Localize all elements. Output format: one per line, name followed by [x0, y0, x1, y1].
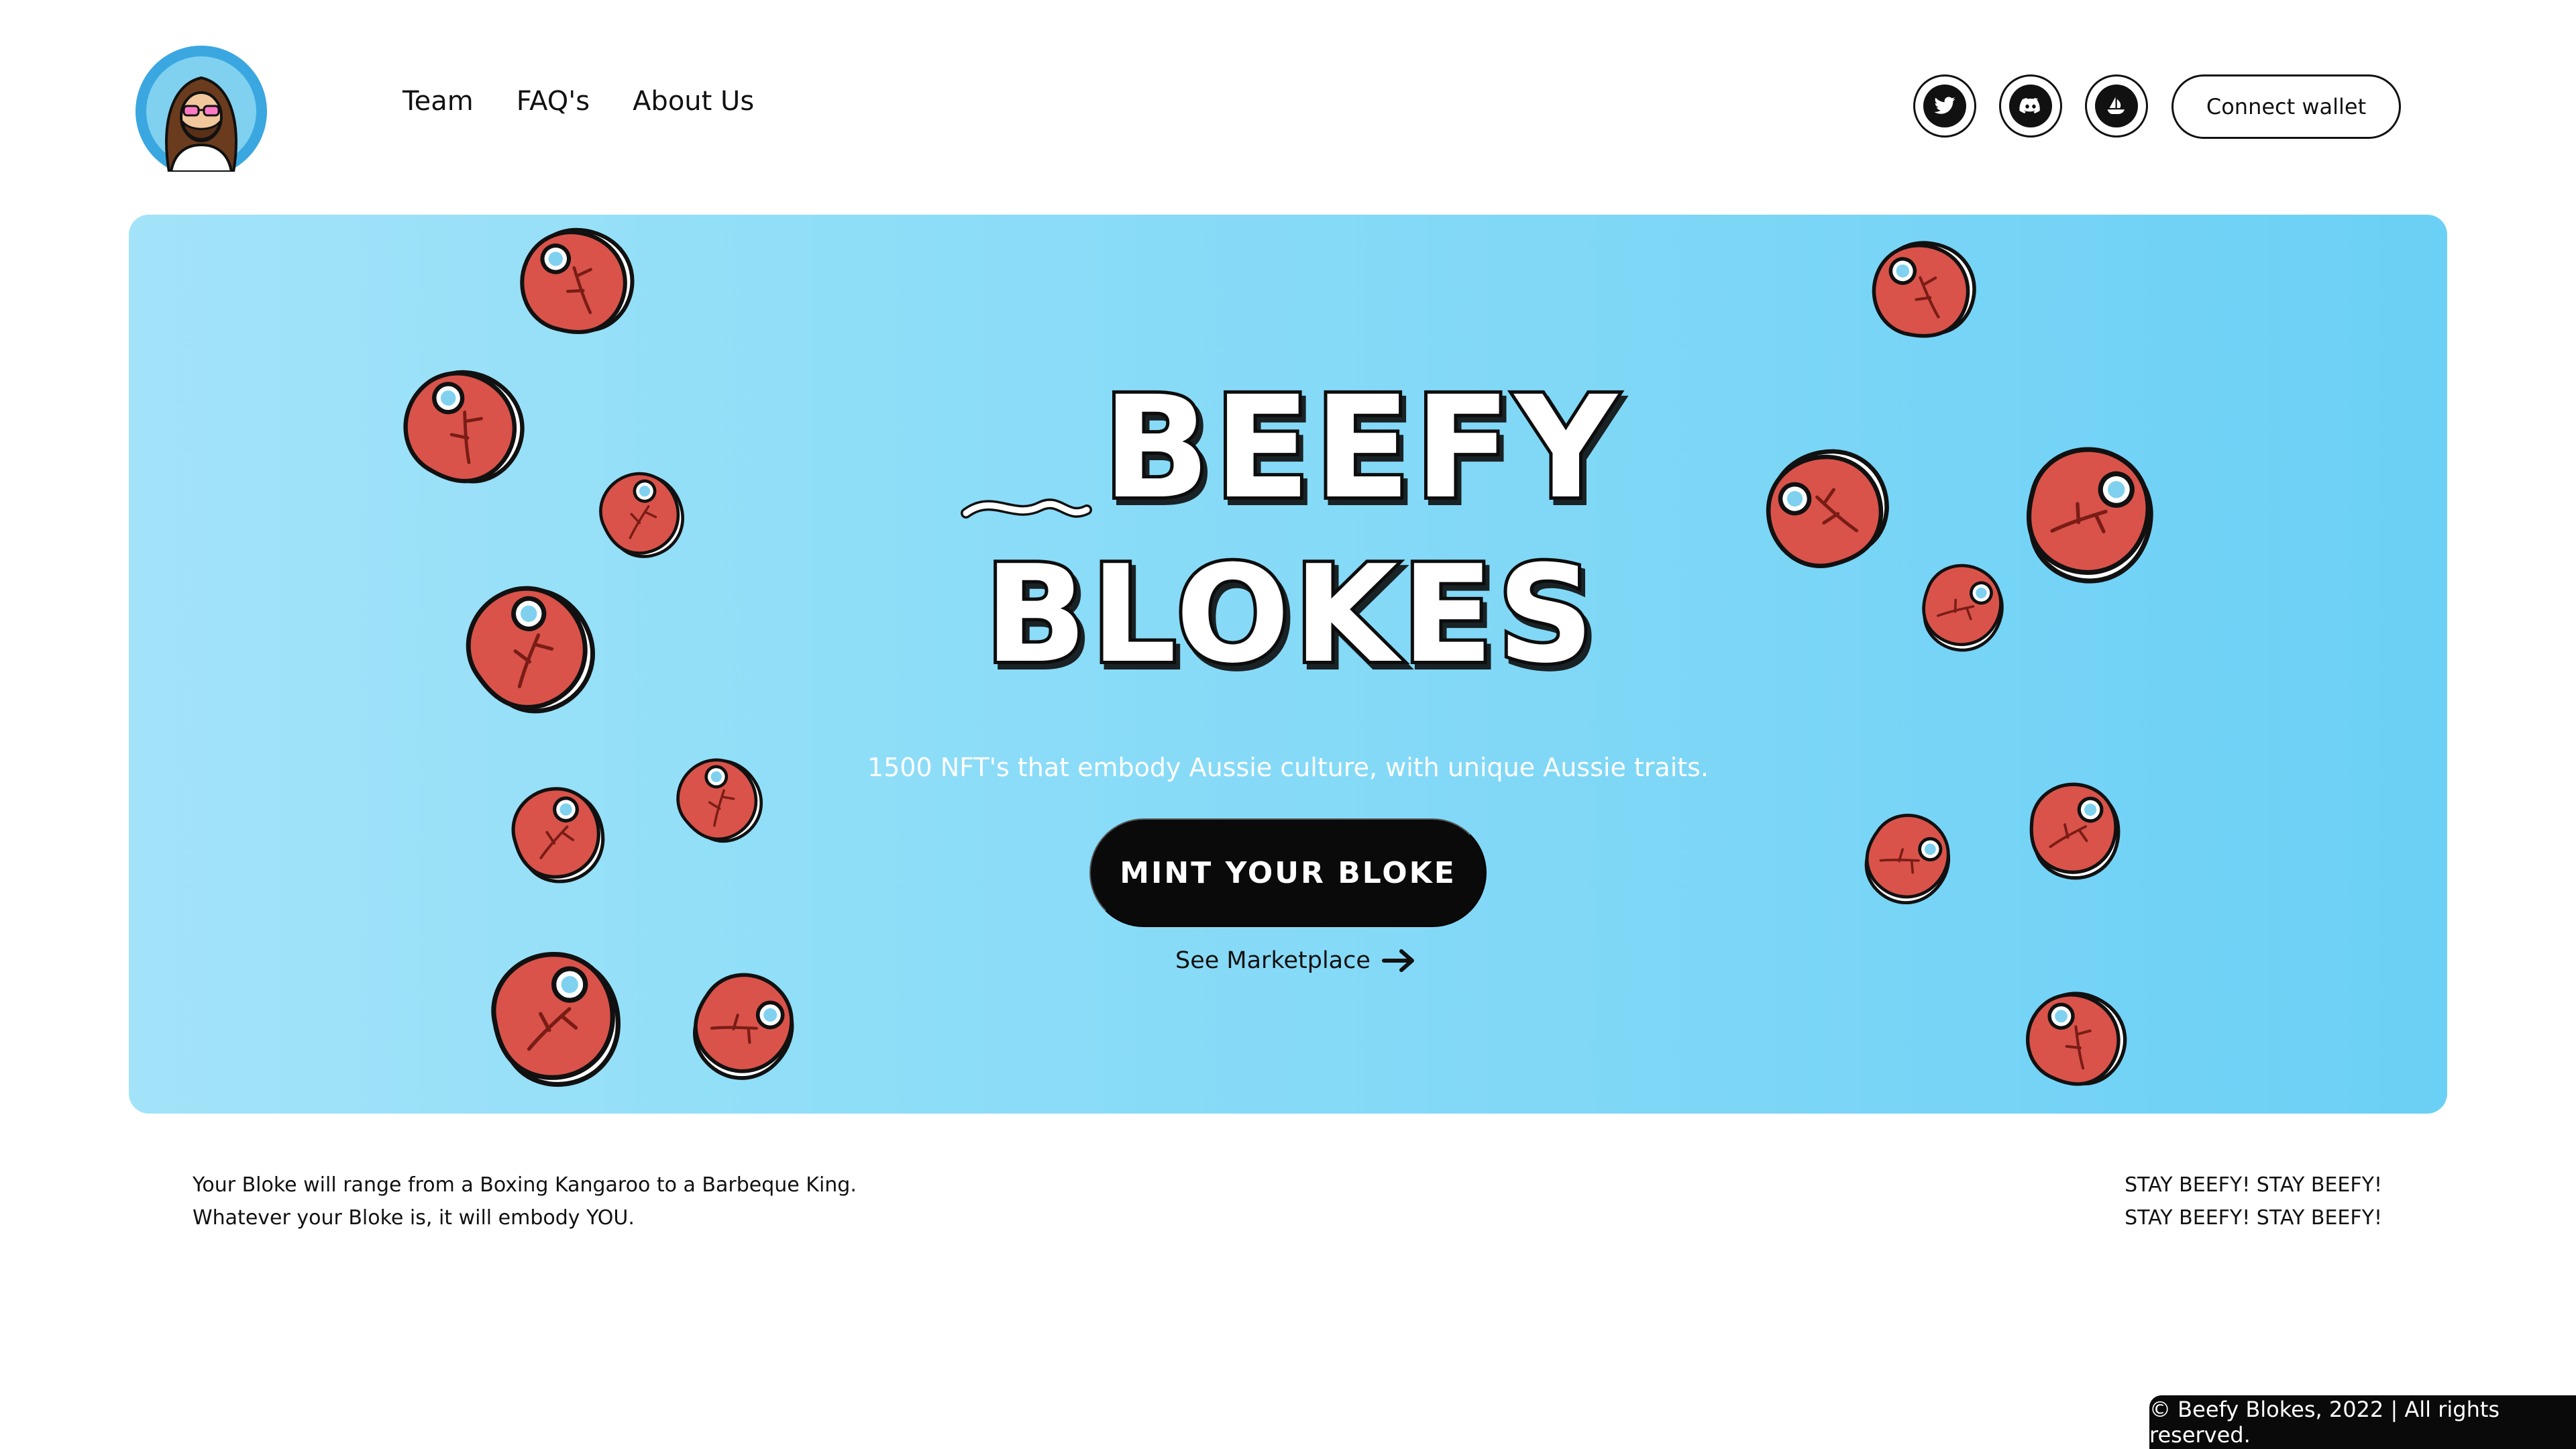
- nav-faqs[interactable]: FAQ's: [517, 86, 590, 117]
- steak-illustration: [1741, 432, 1915, 581]
- steak-illustration: [1899, 547, 2029, 672]
- footer-copyright: © Beefy Blokes, 2022 | All rights reserv…: [2149, 1395, 2576, 1449]
- hero-title: BEEFY BLOKES: [961, 362, 1621, 696]
- collection-description: Your Bloke will range from a Boxing Kang…: [193, 1169, 857, 1234]
- slogan-block: STAY BEEFY! STAY BEEFY! STAY BEEFY! STAY…: [2125, 1169, 2382, 1234]
- slogan-line: STAY BEEFY! STAY BEEFY!: [2125, 1206, 2382, 1230]
- arrow-right-icon: [1381, 949, 1414, 972]
- discord-button[interactable]: [1999, 74, 2062, 138]
- connect-wallet-button[interactable]: Connect wallet: [2171, 74, 2401, 139]
- hero-tagline: 1500 NFT's that embody Aussie culture, w…: [867, 753, 1709, 782]
- opensea-button[interactable]: [2085, 74, 2148, 138]
- page: Team FAQ's About Us Connect wallet BEEFY…: [0, 0, 2576, 1449]
- steak-illustration: [2002, 965, 2154, 1111]
- steak-illustration: [1842, 794, 1974, 927]
- steak-illustration: [472, 943, 644, 1097]
- steak-illustration: [2009, 772, 2142, 892]
- mint-button[interactable]: MINT YOUR BLOKE: [1089, 818, 1487, 927]
- nav-about-us[interactable]: About Us: [633, 86, 754, 117]
- steak-illustration: [2000, 426, 2181, 606]
- discord-icon: [2019, 98, 2040, 113]
- description-line: Your Bloke will range from a Boxing Kang…: [193, 1173, 857, 1197]
- logo-avatar[interactable]: [134, 44, 268, 172]
- steak-illustration: [493, 775, 626, 895]
- hero-title-line1: BEEFY: [1103, 366, 1621, 530]
- main-nav: Team FAQ's About Us: [402, 86, 754, 117]
- see-marketplace-label: See Marketplace: [1175, 947, 1371, 974]
- steak-illustration: [497, 215, 659, 356]
- steak-illustration: [442, 557, 624, 741]
- nav-team[interactable]: Team: [402, 86, 474, 117]
- hero-title-line2: BLOKES: [985, 537, 1598, 693]
- see-marketplace-link[interactable]: See Marketplace: [1175, 947, 1417, 974]
- steak-illustration: [368, 332, 564, 519]
- steak-illustration: [1847, 221, 2003, 356]
- description-line: Whatever your Bloke is, it will embody Y…: [193, 1206, 635, 1230]
- opensea-icon: [2107, 97, 2125, 114]
- steak-illustration: [580, 455, 706, 574]
- twitter-icon: [1934, 97, 1955, 114]
- slogan-line: STAY BEEFY! STAY BEEFY!: [2125, 1173, 2382, 1197]
- twitter-button[interactable]: [1913, 74, 1976, 138]
- steak-illustration: [666, 950, 822, 1106]
